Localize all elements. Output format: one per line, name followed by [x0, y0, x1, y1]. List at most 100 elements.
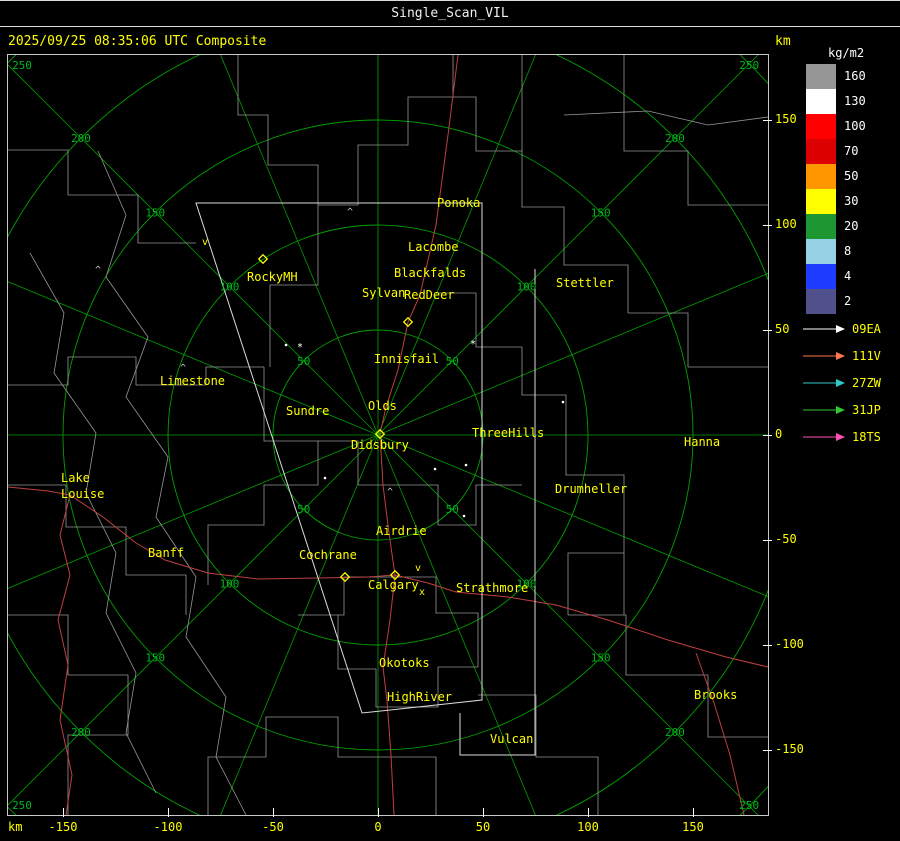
legend-color-2 — [806, 289, 836, 314]
city-label-lake: Lake — [61, 471, 90, 485]
legend-color-130 — [806, 89, 836, 114]
radar-id-label: 31JP — [852, 403, 881, 417]
range-ring-label: 50 — [297, 355, 310, 368]
city-label-banff: Banff — [148, 546, 184, 560]
county-boundary — [8, 356, 264, 386]
city-label-ponoka: Ponoka — [437, 196, 480, 210]
title-bar: Single_Scan_VIL — [0, 0, 900, 27]
city-label-lacombe: Lacombe — [408, 240, 459, 254]
city-label-vulcan: Vulcan — [490, 732, 533, 746]
city-label-calgary: Calgary — [368, 578, 419, 592]
radar-map-canvas: 50 5050 50100 100100 100150 150150 150200 20020… — [8, 55, 768, 815]
range-ring-label: 200 — [665, 726, 685, 739]
legend-color-160 — [806, 64, 836, 89]
bottom-axis-label: 0 — [374, 820, 382, 834]
county-boundary — [97, 150, 247, 815]
county-boundary — [8, 614, 129, 815]
radar-arrow-icon — [803, 352, 845, 360]
range-spoke — [8, 434, 379, 589]
county-boundary — [207, 716, 437, 815]
range-ring-label: 150 — [591, 206, 611, 219]
city-label-threehills: ThreeHills — [472, 426, 544, 440]
legend-value-4: 4 — [844, 269, 852, 283]
range-ring-label: 150 — [145, 206, 165, 219]
range-ring-label: 200 — [665, 132, 685, 145]
map-glyph-marker: * — [470, 339, 476, 350]
radar-id-label: 18TS — [852, 430, 881, 444]
legend-radar-27ZW: 27ZW — [802, 376, 881, 390]
map-glyph-marker: x — [419, 587, 425, 598]
map-glyph-marker: v — [202, 237, 208, 248]
bottom-axis-unit: km — [8, 820, 23, 834]
city-label-didsbury: Didsbury — [351, 438, 409, 452]
range-ring-label: 100 — [220, 577, 240, 590]
range-ring-label: 250 — [12, 799, 32, 812]
legend-color-50 — [806, 164, 836, 189]
city-label-reddeer: RedDeer — [404, 288, 455, 302]
legend-value-20: 20 — [844, 219, 859, 233]
right-axis-label: -50 — [775, 532, 797, 546]
county-boundary — [237, 55, 453, 206]
range-ring-label: 150 — [591, 652, 611, 665]
city-label-hanna: Hanna — [684, 435, 720, 449]
county-boundary — [29, 252, 157, 794]
range-spoke — [377, 434, 768, 597]
window-title: Single_Scan_VIL — [391, 6, 509, 21]
county-boundary — [563, 110, 768, 126]
radar-arrow-icon — [803, 325, 845, 333]
town-dot-marker — [464, 463, 468, 467]
right-axis-label: -100 — [775, 637, 804, 651]
legend-value-160: 160 — [844, 69, 866, 83]
right-axis-label: 100 — [775, 217, 797, 231]
range-ring-label: 200 — [71, 132, 91, 145]
city-label-drumheller: Drumheller — [555, 482, 627, 496]
bottom-axis-label: -50 — [262, 820, 284, 834]
city-label-olds: Olds — [368, 399, 397, 413]
map-glyph-marker: ^ — [180, 363, 186, 374]
county-boundary — [269, 205, 319, 367]
county-boundary — [628, 312, 768, 368]
range-ring-label: 50 — [446, 503, 459, 516]
city-label-brooks: Brooks — [694, 688, 737, 702]
range-ring-label: 100 — [220, 281, 240, 294]
county-boundary — [623, 55, 768, 206]
city-label-strathmore: Strathmore — [456, 581, 528, 595]
radar-arrow-icon — [803, 379, 845, 387]
bottom-axis-label: 150 — [682, 820, 704, 834]
legend-color-4 — [806, 264, 836, 289]
bottom-axis-label: 100 — [577, 820, 599, 834]
range-ring-label: 100 — [517, 281, 537, 294]
city-label-louise: Louise — [61, 487, 104, 501]
town-dot-marker — [433, 467, 437, 471]
legend-value-8: 8 — [844, 244, 852, 258]
map-glyph-marker: ^ — [95, 265, 101, 276]
right-axis-unit: km — [775, 34, 791, 49]
town-dot-marker — [323, 476, 327, 480]
map-glyph-marker: ^ — [387, 487, 393, 498]
city-label-sundre: Sundre — [286, 404, 329, 418]
radar-id-label: 111V — [852, 349, 881, 363]
right-axis-label: 50 — [775, 322, 790, 336]
highway-line — [695, 652, 745, 815]
bottom-axis-label: -100 — [153, 820, 183, 834]
bottom-axis-label: -150 — [48, 820, 78, 834]
range-ring-label: 250 — [739, 799, 759, 812]
legend-color-70 — [806, 139, 836, 164]
city-label-rockymh: RockyMH — [247, 270, 298, 284]
legend-radar-111V: 111V — [802, 349, 881, 363]
county-boundary — [358, 484, 522, 526]
legend-value-100: 100 — [844, 119, 866, 133]
highway-line — [57, 494, 73, 815]
city-label-okotoks: Okotoks — [379, 656, 430, 670]
range-ring-label: 250 — [12, 59, 32, 72]
range-ring-label: 150 — [145, 652, 165, 665]
legend-color-100 — [806, 114, 836, 139]
county-boundary — [568, 614, 768, 738]
right-axis-label: 150 — [775, 112, 797, 126]
county-boundary — [298, 576, 479, 708]
map-glyph-marker: v — [415, 563, 421, 574]
radar-map: 50 50 50 50 100 100 100 100 150 150 150 150 200 200 20… — [7, 54, 769, 816]
town-dot-marker — [462, 514, 466, 518]
radar-id-label: 09EA — [852, 322, 881, 336]
city-label-blackfalds: Blackfalds — [394, 266, 466, 280]
